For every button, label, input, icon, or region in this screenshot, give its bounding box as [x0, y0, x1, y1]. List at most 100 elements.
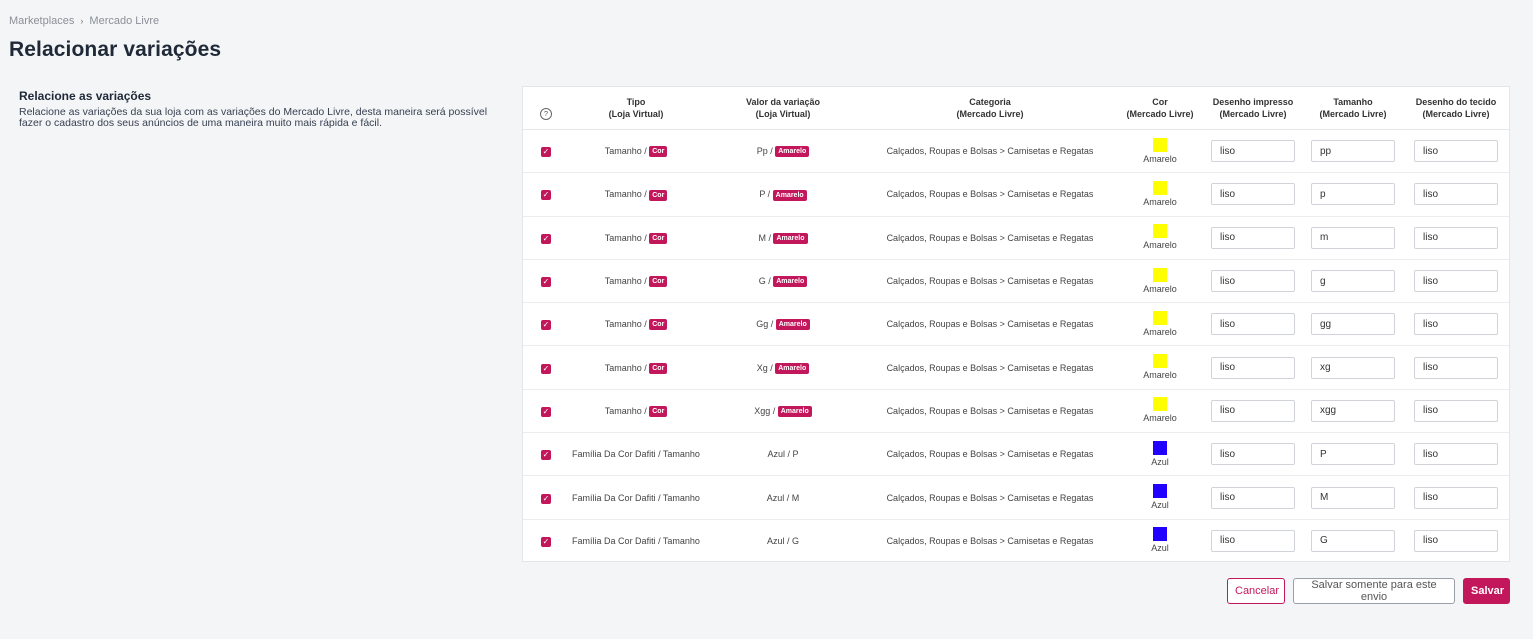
desenho-tecido-input[interactable] — [1414, 443, 1498, 466]
check-icon: ✓ — [542, 450, 550, 460]
header-tipo-line1: Tipo — [626, 97, 646, 107]
row-checkbox[interactable]: ✓ — [541, 277, 551, 288]
header-valor-line1: Valor da variação — [745, 97, 821, 107]
tamanho-input[interactable] — [1311, 529, 1395, 552]
row-valor: Azul / M — [703, 475, 863, 520]
row-desenho-impresso-cell — [1203, 216, 1303, 260]
desenho-tecido-input[interactable] — [1414, 313, 1498, 336]
desenho-impresso-input[interactable] — [1211, 486, 1295, 509]
row-checkbox[interactable]: ✓ — [541, 536, 551, 547]
row-checkbox[interactable]: ✓ — [541, 493, 551, 504]
desenho-tecido-input[interactable] — [1414, 270, 1498, 293]
row-valor-text: M / — [758, 232, 774, 243]
desenho-tecido-input[interactable] — [1414, 226, 1498, 249]
color-name: Amarelo — [1143, 196, 1177, 207]
row-desenho-impresso-cell — [1203, 302, 1303, 347]
desenho-tecido-input[interactable] — [1414, 356, 1498, 379]
row-color: Azul — [1117, 519, 1203, 562]
row-tipo: Família Da Cor Dafiti / Tamanho — [569, 519, 703, 562]
row-checkbox[interactable]: ✓ — [541, 147, 551, 158]
check-icon: ✓ — [542, 406, 550, 416]
desenho-tecido-input[interactable] — [1414, 183, 1498, 206]
row-desenho-tecido-cell — [1403, 345, 1509, 390]
desenho-impresso-input[interactable] — [1211, 399, 1295, 422]
row-valor-text: P / — [759, 189, 773, 200]
header-categoria-line2: (Mercado Livre) — [956, 109, 1024, 119]
row-valor: Gg / Amarelo — [703, 302, 863, 347]
desenho-impresso-input[interactable] — [1211, 356, 1295, 379]
breadcrumb-mercado-livre[interactable]: Mercado Livre — [89, 15, 159, 27]
tamanho-input[interactable] — [1311, 226, 1395, 249]
desenho-impresso-input[interactable] — [1211, 529, 1295, 552]
row-tamanho-cell — [1303, 519, 1403, 562]
row-valor-tag: Amarelo — [775, 319, 810, 331]
tamanho-input[interactable] — [1311, 486, 1395, 509]
row-checkbox[interactable]: ✓ — [541, 233, 551, 244]
row-desenho-impresso-cell — [1203, 129, 1303, 174]
desenho-tecido-input[interactable] — [1414, 140, 1498, 163]
intro-text: Relacione as variações da sua loja com a… — [19, 106, 488, 129]
tamanho-input[interactable] — [1311, 399, 1395, 422]
check-icon: ✓ — [542, 536, 550, 546]
row-tipo-tag: Cor — [649, 189, 668, 201]
row-valor-text: Pp / — [756, 146, 776, 157]
desenho-tecido-input[interactable] — [1414, 486, 1498, 509]
row-tipo-text: Tamanho / — [604, 146, 650, 157]
row-checkbox[interactable]: ✓ — [541, 406, 551, 417]
breadcrumb-marketplaces[interactable]: Marketplaces — [9, 15, 74, 27]
row-tipo-text: Família Da Cor Dafiti / Tamanho — [572, 449, 700, 460]
desenho-impresso-input[interactable] — [1211, 270, 1295, 293]
tamanho-input[interactable] — [1311, 140, 1395, 163]
color-swatch — [1153, 224, 1167, 239]
desenho-impresso-input[interactable] — [1211, 313, 1295, 336]
row-tamanho-cell — [1303, 172, 1403, 217]
row-desenho-tecido-cell — [1403, 475, 1509, 520]
save-once-button[interactable]: Salvar somente para este envio — [1293, 578, 1455, 604]
row-check-cell: ✓ — [523, 432, 569, 477]
row-tipo-text: Tamanho / — [604, 362, 650, 373]
header-cor: Cor (Mercado Livre) — [1117, 87, 1203, 130]
row-categoria: Calçados, Roupas e Bolsas > Camisetas e … — [863, 345, 1117, 390]
tamanho-input[interactable] — [1311, 443, 1395, 466]
row-check-cell: ✓ — [523, 475, 569, 520]
save-button[interactable]: Salvar — [1463, 578, 1510, 604]
row-categoria: Calçados, Roupas e Bolsas > Camisetas e … — [863, 432, 1117, 477]
tamanho-input[interactable] — [1311, 183, 1395, 206]
row-desenho-tecido-cell — [1403, 432, 1509, 477]
row-valor-text: Azul / P — [767, 449, 799, 460]
help-icon[interactable]: ? — [540, 108, 552, 120]
row-tamanho-cell — [1303, 129, 1403, 174]
row-checkbox[interactable]: ✓ — [541, 363, 551, 374]
color-name: Amarelo — [1143, 413, 1177, 424]
row-valor-text: Xgg / — [754, 405, 778, 416]
row-tipo: Tamanho / Cor — [569, 216, 703, 260]
row-checkbox[interactable]: ✓ — [541, 320, 551, 331]
desenho-tecido-input[interactable] — [1414, 529, 1498, 552]
check-icon: ✓ — [542, 277, 550, 287]
desenho-impresso-input[interactable] — [1211, 443, 1295, 466]
row-checkbox[interactable]: ✓ — [541, 450, 551, 461]
row-check-cell: ✓ — [523, 389, 569, 434]
row-valor: M / Amarelo — [703, 216, 863, 260]
desenho-impresso-input[interactable] — [1211, 226, 1295, 249]
row-tipo-text: Tamanho / — [604, 189, 650, 200]
row-color: Amarelo — [1117, 259, 1203, 304]
tamanho-input[interactable] — [1311, 270, 1395, 293]
row-valor-text: Azul / G — [766, 535, 799, 546]
row-desenho-impresso-cell — [1203, 345, 1303, 390]
tamanho-input[interactable] — [1311, 313, 1395, 336]
cancel-button[interactable]: Cancelar — [1227, 578, 1285, 604]
desenho-impresso-input[interactable] — [1211, 183, 1295, 206]
header-tamanho-line1: Tamanho — [1333, 97, 1373, 107]
tamanho-input[interactable] — [1311, 356, 1395, 379]
row-color: Amarelo — [1117, 129, 1203, 174]
row-checkbox[interactable]: ✓ — [541, 190, 551, 201]
row-valor-text: Gg / — [756, 319, 776, 330]
row-desenho-impresso-cell — [1203, 519, 1303, 562]
desenho-impresso-input[interactable] — [1211, 140, 1295, 163]
row-valor-tag: Amarelo — [775, 146, 810, 158]
row-check-cell: ✓ — [523, 345, 569, 390]
table-header-row: ? Tipo (Loja Virtual) Valor da variação (L… — [523, 87, 1509, 130]
row-desenho-impresso-cell — [1203, 475, 1303, 520]
desenho-tecido-input[interactable] — [1414, 399, 1498, 422]
